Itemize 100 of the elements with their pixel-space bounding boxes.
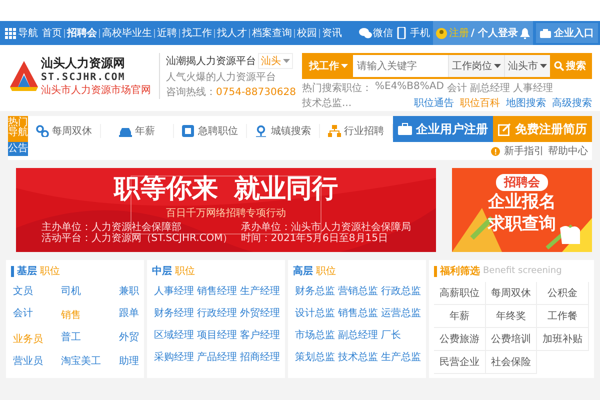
camera-icon: [540, 28, 551, 38]
nav-link[interactable]: 找人才: [217, 26, 247, 40]
city-selector[interactable]: 汕头: [258, 53, 293, 69]
job-link[interactable]: 设计总监: [295, 306, 335, 320]
hot-search-link[interactable]: 会计: [446, 81, 467, 95]
menu-button[interactable]: 导航: [5, 26, 42, 40]
hot-search-link[interactable]: 人事经理: [512, 81, 553, 95]
search-option-link[interactable]: 职位通告: [414, 96, 454, 110]
job-link[interactable]: 会计: [13, 306, 43, 322]
nav-link[interactable]: 资讯: [322, 26, 342, 40]
job-link[interactable]: 营销总监: [338, 284, 378, 298]
site-title: 汕头人力资源网: [41, 55, 126, 72]
job-link[interactable]: 厂长: [381, 328, 421, 342]
job-link[interactable]: 财务经理: [154, 306, 194, 320]
banner-headline: 职等你来: [114, 174, 218, 204]
job-link[interactable]: 技术总监: [338, 350, 378, 364]
tagline-text: 人气火爆的人力资源平台: [166, 70, 277, 84]
benefit-filter[interactable]: 工作餐: [537, 305, 589, 328]
job-link[interactable]: 营业员: [13, 354, 43, 368]
nav-tag[interactable]: 热门导航: [8, 116, 28, 142]
job-link[interactable]: 产品经理: [197, 350, 237, 364]
benefit-filter[interactable]: 公费培训: [486, 328, 538, 351]
job-link[interactable]: 跟单: [119, 306, 139, 322]
benefit-filter[interactable]: 公积金: [537, 282, 589, 305]
job-link[interactable]: 销售总监: [338, 306, 378, 320]
quick-nav-link[interactable]: 年薪: [101, 124, 174, 138]
search-option-link[interactable]: 地图搜索: [506, 96, 546, 110]
nav-link[interactable]: 招聘会: [67, 26, 97, 40]
job-link[interactable]: 生产经理: [240, 284, 280, 298]
search-option-link[interactable]: 职位百科: [460, 96, 500, 110]
banner-info-text: 主办单位：人力资源社会保障部: [41, 222, 182, 233]
hierarchy-icon: [328, 125, 341, 137]
hot-search-link[interactable]: %E4%B8%AD: [375, 81, 444, 95]
section-title: 高层: [293, 264, 313, 278]
nav-link[interactable]: 近聘: [157, 26, 177, 40]
nav-link[interactable]: 找工作: [182, 26, 212, 40]
nav-link[interactable]: 首页: [42, 26, 62, 40]
grid-icon: [5, 28, 16, 38]
job-link[interactable]: 财务总监: [295, 284, 335, 298]
job-link[interactable]: 人事经理: [154, 284, 194, 298]
job-link[interactable]: 生产总监: [381, 350, 421, 364]
job-link[interactable]: 助理: [119, 354, 139, 368]
nav-tag[interactable]: 公告: [8, 142, 28, 156]
job-link[interactable]: 外贸经理: [240, 306, 280, 320]
quick-nav-link[interactable]: 每周双休: [28, 124, 101, 138]
hot-search-link[interactable]: 技术总监...: [302, 96, 352, 110]
app-link[interactable]: 微信: [358, 26, 393, 40]
quick-nav-link[interactable]: 急聘职位: [174, 124, 247, 138]
job-link[interactable]: 招商经理: [240, 350, 280, 364]
job-link[interactable]: 兼职: [119, 284, 139, 298]
calendar-icon: [182, 125, 195, 137]
job-link[interactable]: 项目经理: [197, 328, 237, 342]
login-link[interactable]: / 个人登录: [470, 26, 518, 40]
benefit-filter[interactable]: 每周双休: [486, 282, 538, 305]
job-link[interactable]: 司机: [61, 284, 101, 298]
benefit-filter[interactable]: 社会保险: [486, 351, 538, 374]
job-link[interactable]: 采购经理: [154, 350, 194, 364]
company-entry-button[interactable]: 企业入口: [536, 23, 598, 43]
quick-nav-link[interactable]: 城镇搜索: [247, 124, 320, 138]
hot-search-link[interactable]: 副总经理: [470, 81, 510, 95]
promo-banner[interactable]: 职等你来 就业同行 百日千万网络招聘专项行动 主办单位：人力资源社会保障部 承办单位：汕头市人力资源社会保障局 活动平台：人力资源网（ST.SCJHR.COM） 时间：2021年5月6日至8月15日: [8, 168, 444, 252]
resume-register-button[interactable]: 免费注册简历: [493, 116, 592, 142]
job-link[interactable]: 销售: [61, 308, 101, 322]
hotline-number: 0754-88730628: [216, 87, 296, 98]
app-link[interactable]: 手机: [396, 26, 430, 40]
job-link[interactable]: 区域经理: [154, 328, 194, 342]
benefit-filter[interactable]: 年薪: [434, 305, 486, 328]
benefit-filter[interactable]: 高薪职位: [434, 282, 486, 305]
job-link[interactable]: 运营总监: [381, 306, 421, 320]
job-link[interactable]: 行政总监: [381, 284, 421, 298]
benefit-filter[interactable]: 公费旅游: [434, 328, 486, 351]
job-fair-banner[interactable]: 招聘会 企业报名 求职查询: [452, 168, 592, 252]
help-link[interactable]: 帮助中心: [548, 144, 588, 158]
job-link[interactable]: 文员: [13, 284, 43, 298]
job-link[interactable]: 市场总监: [295, 328, 335, 342]
accent-bar: [11, 266, 14, 276]
job-link[interactable]: 业务员: [13, 332, 43, 346]
banner-headline: 求职查询: [488, 213, 556, 235]
benefit-filter[interactable]: 年终奖: [486, 305, 538, 328]
benefit-filter[interactable]: 民营企业: [434, 351, 486, 374]
nav-link[interactable]: 校园: [297, 26, 317, 40]
job-link[interactable]: 淘宝美工: [61, 354, 101, 368]
nav-link[interactable]: 档案查询: [252, 26, 292, 40]
benefit-filter[interactable]: 加班补贴: [537, 328, 589, 351]
search-option-link[interactable]: 高级搜索: [552, 96, 592, 110]
help-link[interactable]: 新手指引: [504, 144, 544, 158]
site-domain: ST.SCJHR.COM: [41, 72, 126, 83]
job-link[interactable]: 行政经理: [197, 306, 237, 320]
nav-link[interactable]: 高校毕业生: [102, 26, 152, 40]
section-title: 中层: [152, 264, 172, 278]
wechat-icon: [358, 27, 372, 39]
job-link[interactable]: 客户经理: [240, 328, 280, 342]
job-link[interactable]: 外贸: [119, 330, 139, 346]
location-pin-icon: [255, 125, 268, 137]
company-register-button[interactable]: 企业用户注册: [393, 116, 493, 142]
job-link[interactable]: 普工: [61, 330, 101, 346]
job-link[interactable]: 销售经理: [197, 284, 237, 298]
banner-headline: 企业报名: [488, 191, 556, 213]
job-link[interactable]: 副总经理: [338, 328, 378, 342]
job-link[interactable]: 策划总监: [295, 350, 335, 364]
